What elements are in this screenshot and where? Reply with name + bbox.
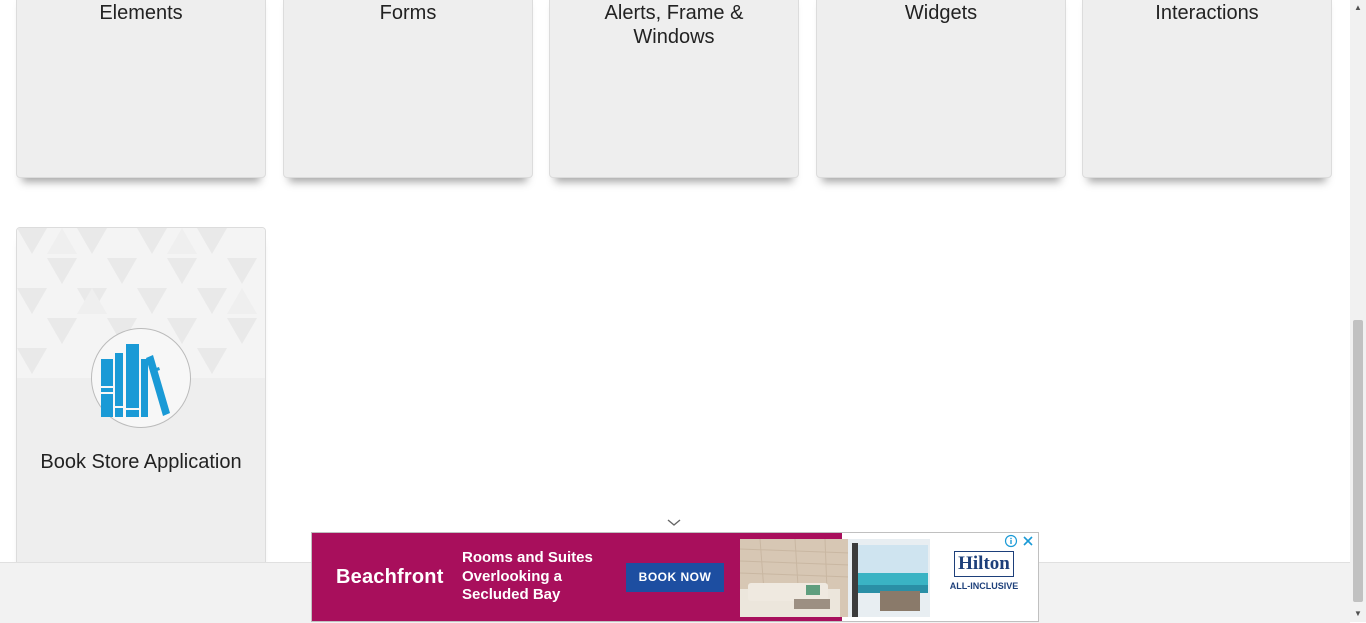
hilton-logo-subtitle: ALL-INCLUSIVE xyxy=(949,581,1019,591)
ad-brand: Beachfront xyxy=(336,566,444,588)
card-widgets[interactable]: Widgets xyxy=(816,0,1066,178)
card-alerts-frame-windows[interactable]: Alerts, Frame & Windows xyxy=(549,0,799,178)
ad-banner[interactable]: Beachfront Rooms and Suites Overlooking … xyxy=(311,532,1039,622)
card-title: Interactions xyxy=(1155,2,1259,24)
ad-collapse-chevron-icon[interactable] xyxy=(664,516,684,530)
card-title: Book Store Application xyxy=(40,451,242,473)
info-icon[interactable] xyxy=(1004,534,1018,548)
ad-headline: Rooms and Suites Overlooking a Secluded … xyxy=(462,549,593,603)
hilton-logo: Hilton ALL-INCLUSIVE xyxy=(946,551,1022,603)
books-icon xyxy=(91,328,191,428)
card-title: Forms xyxy=(379,2,437,24)
card-title: Elements xyxy=(99,2,183,24)
vertical-scrollbar[interactable]: ▲ ▼ xyxy=(1350,0,1366,622)
scrollbar-thumb[interactable] xyxy=(1353,320,1363,602)
ad-hotel-photo xyxy=(740,539,930,617)
scroll-up-arrow-icon[interactable]: ▲ xyxy=(1350,0,1366,16)
card-title: Alerts, Frame & Windows xyxy=(604,2,744,48)
card-title: Widgets xyxy=(904,2,978,24)
hilton-logo-text: Hilton xyxy=(954,551,1014,577)
card-forms[interactable]: Forms xyxy=(283,0,533,178)
card-elements[interactable]: Elements xyxy=(16,0,266,178)
book-now-button[interactable]: BOOK NOW xyxy=(626,563,724,592)
scroll-down-arrow-icon[interactable]: ▼ xyxy=(1350,606,1366,622)
close-icon[interactable] xyxy=(1021,534,1035,548)
card-book-store-application[interactable]: Book Store Application xyxy=(16,227,266,577)
card-interactions[interactable]: Interactions xyxy=(1082,0,1332,178)
